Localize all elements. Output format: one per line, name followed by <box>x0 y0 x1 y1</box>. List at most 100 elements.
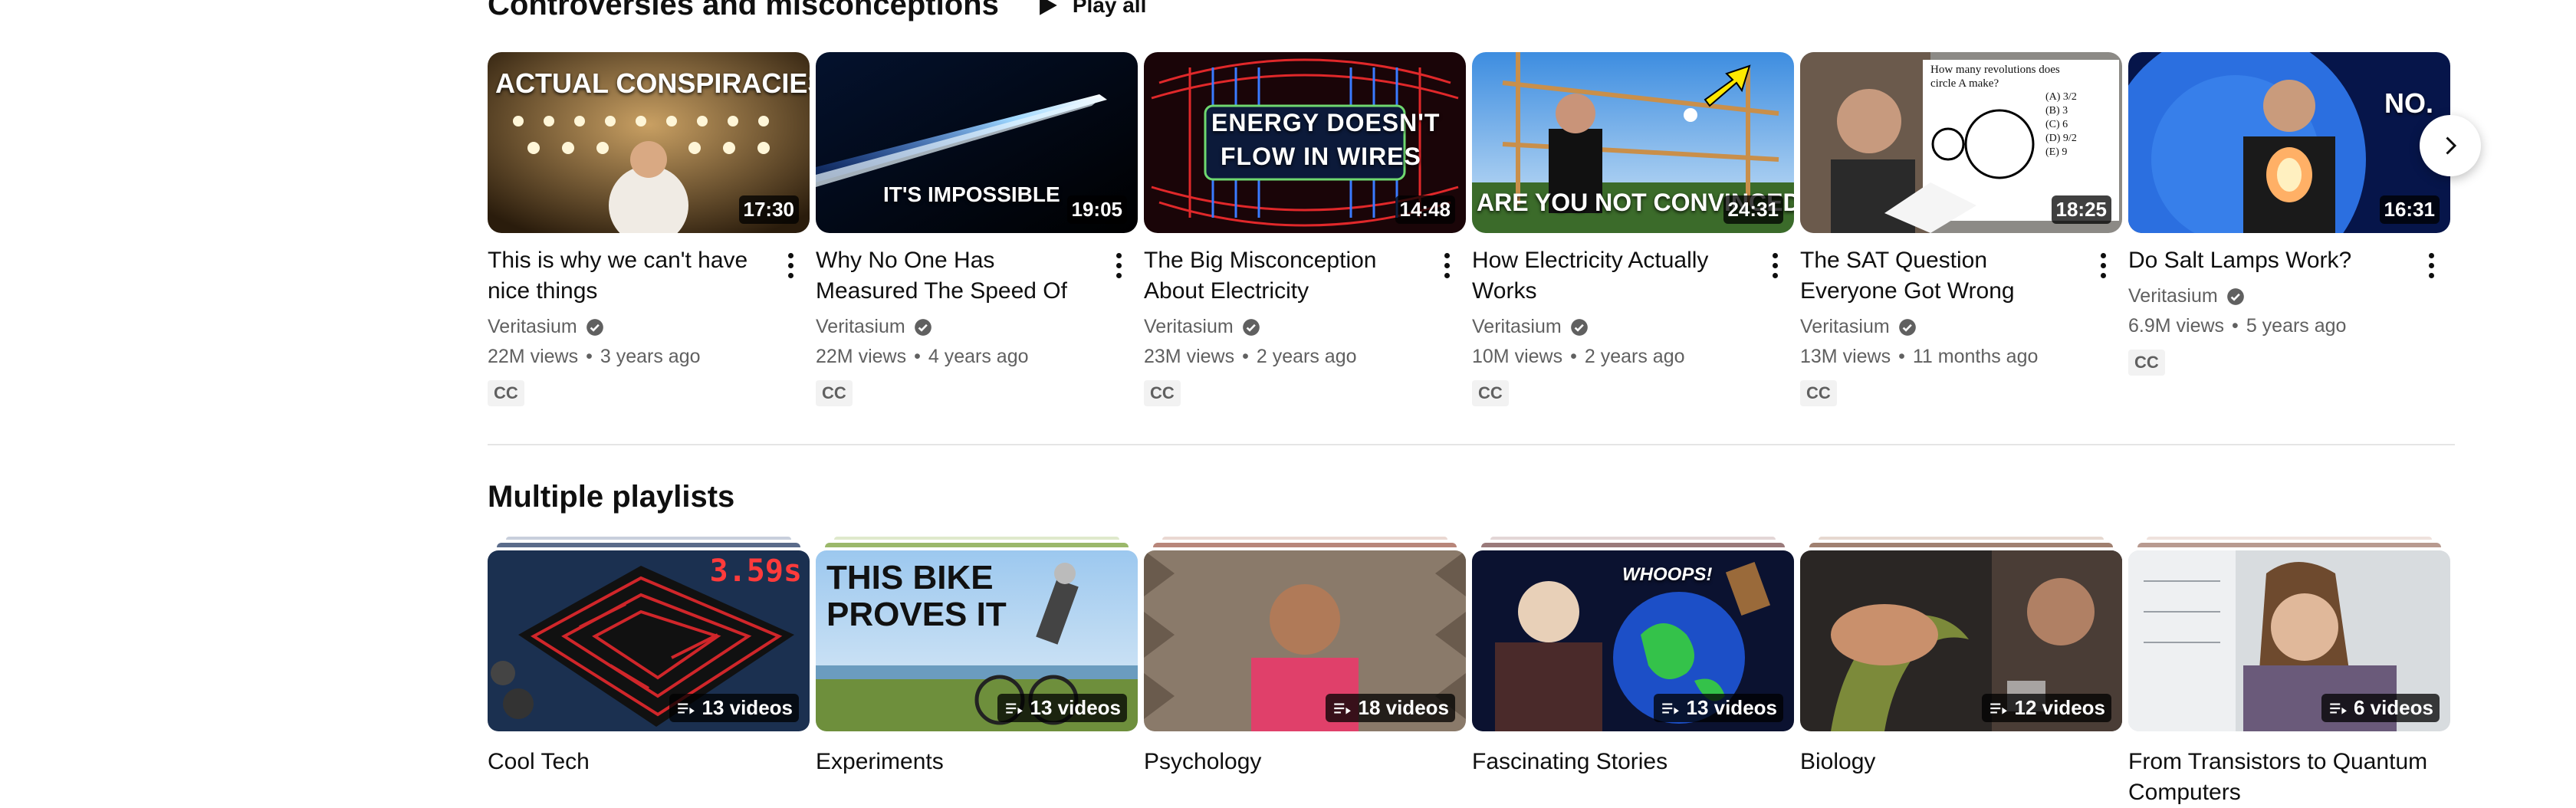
channel-name[interactable]: Veritasium <box>1472 316 1562 338</box>
video-thumbnail[interactable]: NO. 16:31 <box>2128 52 2450 233</box>
playlist-title[interactable]: From Transistors to Quantum Computers <box>2128 747 2450 808</box>
playlist-stack-mid <box>1153 543 1457 547</box>
playlist-video-count: 18 videos <box>1326 694 1455 722</box>
video-thumbnail[interactable]: ARE YOU NOT CONVINCED? 24:31 <box>1472 52 1794 233</box>
video-title[interactable]: The Big Misconception About Electricity <box>1144 245 1466 307</box>
video-title[interactable]: This is why we can't have nice things <box>488 245 810 307</box>
video-stats: 22M views • 3 years ago <box>488 346 701 367</box>
playlist-title[interactable]: Fascinating Stories <box>1472 747 1794 808</box>
playlist-card[interactable]: 18 videos Psychology <box>1144 537 1466 808</box>
playlist-title[interactable]: Cool Tech <box>488 747 810 808</box>
playlist-stack-mid <box>2137 543 2441 547</box>
count-label: 13 videos <box>1030 696 1121 719</box>
video-thumbnail[interactable]: IT'S IMPOSSIBLE 19:05 <box>816 52 1138 233</box>
video-title[interactable]: How Electricity Actually Works <box>1472 245 1794 307</box>
question-line: (C) 6 <box>2045 119 2068 130</box>
video-stats: 13M views • 11 months ago <box>1800 346 2039 367</box>
playlist-card[interactable]: THIS BIKE PROVES IT 13 videos Experiment… <box>816 537 1138 808</box>
video-card[interactable]: ENERGY DOESN'T FLOW IN WIRES 14:48 The B… <box>1144 52 1466 406</box>
upload-age: 2 years ago <box>1584 346 1685 367</box>
more-vert-icon[interactable] <box>779 250 802 281</box>
view-count: 13M views <box>1800 346 1891 367</box>
play-icon <box>1039 0 1057 15</box>
playlist-title[interactable]: Psychology <box>1144 747 1466 808</box>
video-card[interactable]: How many revolutions does circle A make?… <box>1800 52 2122 406</box>
channel-name[interactable]: Veritasium <box>2128 285 2218 307</box>
channel-name[interactable]: Veritasium <box>1800 316 1890 338</box>
playlist-stack-back <box>834 537 1119 540</box>
cc-badge: CC <box>1144 380 1181 406</box>
video-duration: 24:31 <box>1723 195 1783 224</box>
video-title[interactable]: Why No One Has Measured The Speed Of Lig… <box>816 245 1138 307</box>
playlist-stack-mid <box>825 543 1129 547</box>
video-card[interactable]: IT'S IMPOSSIBLE 19:05 Why No One Has Mea… <box>816 52 1138 406</box>
channel-name[interactable]: Veritasium <box>488 316 577 338</box>
video-thumbnail[interactable]: ACTUAL CONSPIRACIES 17:30 <box>488 52 810 233</box>
playlist-video-count: 6 videos <box>2321 694 2440 722</box>
playlist-thumbnail[interactable]: 18 videos <box>1144 550 1466 731</box>
playlist-icon <box>1662 703 1680 714</box>
upload-age: 5 years ago <box>2246 315 2347 337</box>
question-line: (D) 9/2 <box>2045 133 2077 144</box>
video-duration: 19:05 <box>1066 195 1127 224</box>
playlist-card[interactable]: 6 videos From Transistors to Quantum Com… <box>2128 537 2450 808</box>
thumbnail-caption: WHOOPS! <box>1622 564 1713 585</box>
more-vert-icon[interactable] <box>2091 250 2114 281</box>
section-divider <box>488 444 2455 445</box>
more-vert-icon[interactable] <box>2420 250 2443 281</box>
more-vert-icon[interactable] <box>1107 250 1130 281</box>
video-title[interactable]: The SAT Question Everyone Got Wrong <box>1800 245 2122 307</box>
playlist-video-count: 12 videos <box>1982 694 2111 722</box>
section-title: Controversies and misconceptions <box>488 0 999 21</box>
video-thumbnail[interactable]: How many revolutions does circle A make?… <box>1800 52 2122 233</box>
playlist-thumbnail[interactable]: 3.59s 13 videos <box>488 550 810 731</box>
video-duration: 17:30 <box>738 195 799 224</box>
view-count: 10M views <box>1472 346 1563 367</box>
video-duration: 16:31 <box>2379 195 2440 224</box>
playlist-thumbnail[interactable]: 6 videos <box>2128 550 2450 731</box>
verified-check-icon <box>586 318 603 336</box>
playlist-stack-back <box>2147 537 2432 540</box>
playlist-thumbnail[interactable]: WHOOPS! 13 videos <box>1472 550 1794 731</box>
question-line: circle A make? <box>1930 77 1999 90</box>
channel-name[interactable]: Veritasium <box>1144 316 1234 338</box>
playlist-thumbnail[interactable]: 12 videos <box>1800 550 2122 731</box>
video-card[interactable]: NO. 16:31 Do Salt Lamps Work? Veritasium… <box>2128 52 2450 406</box>
playlist-card[interactable]: WHOOPS! 13 videos Fascinating Stories <box>1472 537 1794 808</box>
count-label: 13 videos <box>702 696 793 719</box>
cc-badge: CC <box>1472 380 1509 406</box>
video-thumbnail[interactable]: ENERGY DOESN'T FLOW IN WIRES 14:48 <box>1144 52 1466 233</box>
view-count: 6.9M views <box>2128 315 2225 337</box>
channel-name[interactable]: Veritasium <box>816 316 905 338</box>
cc-badge: CC <box>816 380 853 406</box>
thumbnail-caption: FLOW IN WIRES <box>1221 143 1421 170</box>
video-duration: 14:48 <box>1395 195 1455 224</box>
playlist-thumbnail[interactable]: THIS BIKE PROVES IT 13 videos <box>816 550 1138 731</box>
more-vert-icon[interactable] <box>1763 250 1786 281</box>
thumbnail-caption: IT'S IMPOSSIBLE <box>883 182 1060 206</box>
video-card[interactable]: ACTUAL CONSPIRACIES 17:30 This is why we… <box>488 52 810 406</box>
channel-name-row: Veritasium <box>2128 285 2450 307</box>
play-all-button[interactable]: Play all <box>1034 0 1146 18</box>
playlist-icon <box>1990 703 2008 714</box>
question-line: (B) 3 <box>2045 105 2068 117</box>
playlist-video-count: 13 videos <box>669 694 799 722</box>
video-title[interactable]: Do Salt Lamps Work? <box>2128 245 2450 276</box>
question-line: (E) 9 <box>2045 146 2068 158</box>
video-duration: 18:25 <box>2051 195 2111 224</box>
verified-check-icon <box>2226 287 2244 305</box>
playlist-card[interactable]: 3.59s 13 videos Cool Tech <box>488 537 810 808</box>
playlist-title[interactable]: Biology <box>1800 747 2122 808</box>
shelf-next-button[interactable] <box>2420 115 2481 176</box>
section-title: Multiple playlists <box>488 480 735 514</box>
playlist-stack-back <box>506 537 791 540</box>
playlist-card[interactable]: 12 videos Biology <box>1800 537 2122 808</box>
more-vert-icon[interactable] <box>1435 250 1458 281</box>
playlist-icon <box>1006 703 1024 714</box>
video-card[interactable]: ARE YOU NOT CONVINCED? 24:31 How Electri… <box>1472 52 1794 406</box>
playlist-stack-mid <box>1809 543 2113 547</box>
channel-name-row: Veritasium <box>1800 316 2122 338</box>
cc-badge: CC <box>1800 380 1837 406</box>
playlist-title[interactable]: Experiments <box>816 747 1138 808</box>
verified-check-icon <box>1242 318 1260 336</box>
